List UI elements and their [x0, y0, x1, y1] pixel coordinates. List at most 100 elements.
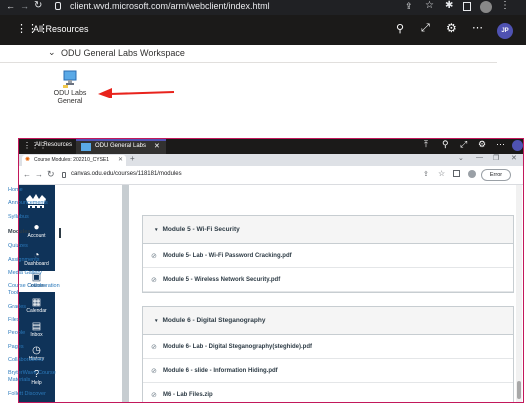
course-nav-materials[interactable]: Materials [8, 377, 30, 383]
user-avatar[interactable]: JP [497, 23, 513, 39]
module-item[interactable]: ⊘ Module 6- Lab - Digital Steganography(… [143, 335, 513, 359]
attachment-icon: ⊘ [151, 367, 157, 375]
reload-icon[interactable]: ↻ [47, 169, 55, 180]
remote-app-icon [81, 143, 91, 151]
course-nav-media-gallery[interactable]: Media Gallery [8, 270, 42, 276]
session-tab[interactable]: ODU General Labs ✕ [76, 139, 166, 154]
address-bar[interactable]: client.wvd.microsoft.com/arm/webclient/i… [70, 1, 270, 11]
module-item-title[interactable]: Module 5- Lab - Wi-Fi Password Cracking.… [163, 253, 292, 259]
course-nav-people[interactable]: People [8, 330, 25, 336]
course-nav-follett-discover[interactable]: Follett Discover [8, 391, 46, 397]
canvas-favicon-icon: ✺ [25, 157, 31, 163]
forward-icon[interactable]: → [35, 170, 43, 179]
course-nav-grades[interactable]: Grades [8, 304, 26, 310]
pin-icon[interactable]: ⚲ [396, 22, 404, 35]
course-nav-collaborations[interactable]: Collaborations [8, 357, 43, 363]
module-item-title[interactable]: Module 6- Lab - Digital Steganography(st… [163, 344, 312, 350]
module-item[interactable]: ⊘ M6 - Lab Files.zip [143, 383, 513, 403]
module-5: ▾ Module 5 - Wi-Fi Security ⊘ Module 5- … [142, 215, 514, 293]
window-icon[interactable] [463, 2, 471, 11]
chevron-down-icon[interactable]: ⌄ [48, 47, 56, 58]
module-item-title[interactable]: M6 - Lab Files.zip [163, 392, 213, 398]
course-nav-pages[interactable]: Pages [8, 344, 24, 350]
red-arrow-annotation [98, 88, 175, 98]
module-6: ▾ Module 6 - Digital Steganography ⊘ Mod… [142, 306, 514, 403]
lock-icon [55, 2, 61, 10]
attachment-icon: ⊘ [151, 343, 157, 351]
collapse-icon[interactable]: ▾ [155, 227, 158, 233]
collapse-icon[interactable]: ▾ [155, 318, 158, 324]
reload-icon[interactable]: ↻ [34, 0, 42, 11]
more-options-icon[interactable]: ⋯ [496, 139, 505, 150]
course-nav-tool[interactable]: Tool [8, 290, 18, 296]
attachment-icon: ⊘ [151, 391, 157, 399]
active-indicator [59, 228, 61, 238]
star-icon[interactable]: ☆ [438, 169, 445, 178]
more-icon[interactable]: ⋮ [500, 0, 510, 11]
maximize-icon[interactable]: ❐ [493, 154, 499, 162]
back-icon[interactable]: ← [23, 170, 31, 179]
course-nav-bryterwave[interactable]: BryterWave Course [8, 370, 56, 376]
course-nav-modules[interactable]: Modules [8, 229, 30, 235]
tab-window-icon[interactable] [453, 170, 460, 177]
module-item[interactable]: ⊘ Module 6 - slide - Information Hiding.… [143, 359, 513, 383]
module-item-title[interactable]: Module 5 - Wireless Network Security.pdf [163, 277, 280, 283]
course-nav-assignments[interactable]: Assignments [8, 257, 40, 263]
session-bar: ⋮⋮⋮ All Resources ODU General Labs ✕ ⤒ ⚲… [18, 138, 524, 154]
browser2-tabstrip: ✺ Course Modules: 202210_CYSE1 ✕ + ⌄ — ❐… [18, 154, 524, 166]
course-nav-syllabus[interactable]: Syllabus [8, 214, 29, 220]
extensions-icon[interactable]: ✱ [445, 0, 453, 11]
star-icon[interactable]: ☆ [425, 0, 434, 11]
course-nav-course-collaboration[interactable]: Course Collaboration [8, 283, 60, 289]
course-nav-files[interactable]: Files [8, 317, 20, 323]
module-item[interactable]: ⊘ Module 5- Lab - Wi-Fi Password Crackin… [143, 244, 513, 268]
minimize-icon[interactable]: — [476, 154, 483, 161]
browser2-toolbar: ← → ↻ canvas.odu.edu/courses/118181/modu… [18, 166, 524, 185]
module-item[interactable]: ⊘ Module 5 - Wireless Network Security.p… [143, 268, 513, 292]
scrollbar-track[interactable] [516, 185, 522, 403]
tab-search-icon[interactable]: ⌄ [458, 154, 464, 162]
close-window-icon[interactable]: ✕ [511, 154, 517, 162]
close-tab-icon[interactable]: ✕ [118, 156, 123, 163]
nav-inbox-label: Inbox [30, 332, 43, 338]
share-icon[interactable]: ⇪ [405, 1, 413, 12]
pin-icon[interactable]: ⤒ [424, 139, 428, 150]
back-icon[interactable]: ← [6, 1, 15, 11]
course-nav [55, 185, 122, 403]
close-tab-icon[interactable]: ✕ [154, 142, 160, 150]
attachment-icon: ⊘ [151, 252, 157, 260]
attachment-icon: ⊘ [151, 276, 157, 284]
browser2-tab[interactable]: ✺ Course Modules: 202210_CYSE1 ✕ [22, 155, 126, 166]
course-nav-quizzes[interactable]: Quizzes [8, 243, 28, 249]
share-icon[interactable]: ⇪ [423, 170, 429, 178]
course-nav-home[interactable]: Home [8, 187, 23, 193]
browser2-tab-title: Course Modules: 202210_CYSE1 [34, 157, 110, 163]
new-tab-icon[interactable]: + [130, 154, 135, 163]
module-5-header[interactable]: ▾ Module 5 - Wi-Fi Security [143, 216, 513, 244]
all-resources-label[interactable]: All Resources [35, 142, 72, 148]
profile-avatar[interactable] [480, 1, 492, 13]
course-nav-announcements[interactable]: Announcements [8, 200, 48, 206]
nav-help-label: Help [31, 380, 42, 386]
expand-icon[interactable]: ⤢ [460, 139, 467, 150]
more-options-icon[interactable]: ⋯ [472, 21, 483, 34]
scrollbar-thumb[interactable] [517, 381, 521, 399]
module-item-title[interactable]: Module 6 - slide - Information Hiding.pd… [163, 368, 278, 374]
all-resources-title: All Resources [33, 24, 89, 34]
app-tile-odu-labs[interactable]: ODU Labs General [52, 70, 88, 112]
nav-calendar-label: Calendar [26, 308, 47, 314]
resources-header: ⋮⋮⋮ All Resources ⚲ ⤢ ⚙ ⋯ JP [0, 15, 526, 45]
profile-icon[interactable] [468, 170, 476, 178]
browser2-address[interactable]: canvas.odu.edu/courses/118181/modules [71, 171, 182, 177]
remote-app-icon [63, 70, 77, 88]
workspace-header[interactable]: ⌄ ODU General Labs Workspace [0, 45, 497, 63]
error-badge[interactable]: Error [481, 169, 511, 181]
settings-icon[interactable]: ⚙ [446, 21, 457, 35]
module-6-header[interactable]: ▾ Module 6 - Digital Steganography [143, 307, 513, 335]
user-avatar[interactable] [512, 140, 523, 151]
pin2-icon[interactable]: ⚲ [442, 139, 449, 150]
module-5-title: Module 5 - Wi-Fi Security [162, 226, 240, 233]
forward-icon[interactable]: → [20, 1, 29, 11]
settings-icon[interactable]: ⚙ [478, 139, 486, 150]
expand-icon[interactable]: ⤢ [421, 22, 430, 35]
